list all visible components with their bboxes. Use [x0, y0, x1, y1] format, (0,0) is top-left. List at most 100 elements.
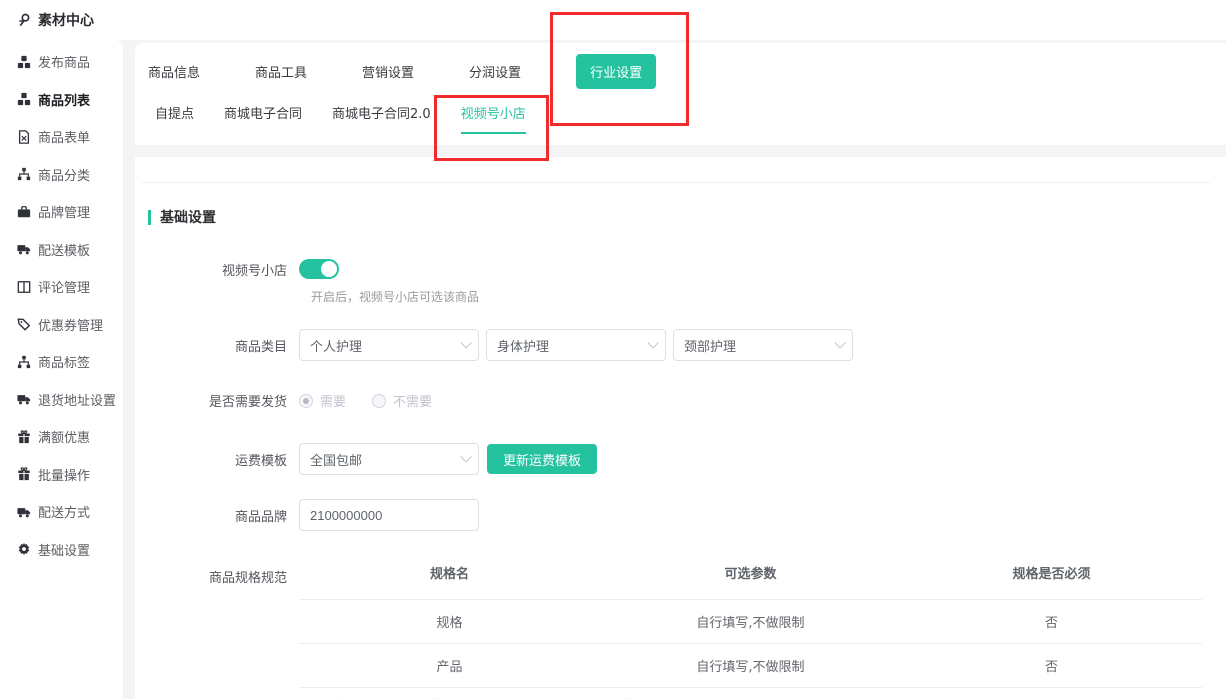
sidebar-item-basic-settings[interactable]: 基础设置: [0, 531, 123, 569]
radio-label: 需要: [320, 391, 346, 410]
sidebar-item-label: 发布商品: [38, 52, 90, 71]
truck-icon: [17, 392, 31, 406]
brand-row: 商品品牌: [135, 499, 1226, 531]
shipping-required-radio-group: 需要 不需要: [299, 391, 432, 410]
shipping-required-label: 是否需要发货: [135, 391, 299, 410]
table-row: 产品 自行填写,不做限制 否: [299, 644, 1202, 688]
tab-pickup-point[interactable]: 自提点: [155, 103, 194, 132]
tag-icon: [17, 317, 31, 331]
sidebar-item-product-list[interactable]: 商品列表: [0, 81, 123, 119]
sidebar-item-product-category[interactable]: 商品分类: [0, 156, 123, 194]
channels-shop-helper-text: 开启后，视频号小店可选该商品: [311, 288, 1226, 305]
sidebar: 发布商品 商品列表 商品表单 商品分类 品牌管理 配送模板 评论管理 优惠券管理…: [0, 40, 123, 699]
brand-label: 商品品牌: [135, 506, 299, 525]
tab-product-tools[interactable]: 商品工具: [255, 62, 307, 81]
category-select-level3[interactable]: 颈部护理: [673, 329, 853, 361]
cubes-icon: [17, 92, 31, 106]
chevron-down-icon: [834, 337, 845, 348]
tab-wechat-channels-shop[interactable]: 视频号小店: [461, 103, 526, 134]
tab-profit-settings[interactable]: 分润设置: [469, 62, 521, 81]
spec-cell: 否: [901, 612, 1202, 631]
section-accent-bar: [148, 210, 151, 225]
chevron-down-icon: [460, 451, 471, 462]
tabs-panel: 商品信息 商品工具 营销设置 分润设置 行业设置 自提点 商城电子合同 商城电子…: [135, 43, 1226, 145]
freight-template-row: 运费模板 全国包邮 更新运费模板: [135, 443, 1226, 475]
radio-icon: [372, 394, 386, 408]
category-select-level1[interactable]: 个人护理: [299, 329, 479, 361]
sidebar-item-label: 退货地址设置: [38, 390, 116, 409]
brand-input[interactable]: [299, 499, 479, 531]
chevron-down-icon: [647, 337, 658, 348]
sidebar-item-label: 配送方式: [38, 502, 90, 521]
table-row: 规格 自行填写,不做限制 否: [299, 600, 1202, 644]
sidebar-item-label: 配送模板: [38, 240, 90, 259]
gear-icon: [17, 542, 31, 556]
category-select-level2-value: 身体护理: [497, 336, 549, 355]
cubes-icon: [17, 55, 31, 69]
radio-label: 不需要: [393, 391, 432, 410]
sidebar-item-label: 满额优惠: [38, 427, 90, 446]
freight-template-label: 运费模板: [135, 450, 299, 469]
sidebar-item-label: 批量操作: [38, 465, 90, 484]
sidebar-item-coupon-management[interactable]: 优惠券管理: [0, 306, 123, 344]
freight-template-select[interactable]: 全国包邮: [299, 443, 479, 475]
spec-table-header: 规格名 可选参数 规格是否必须: [299, 563, 1202, 600]
freight-template-value: 全国包邮: [310, 450, 362, 469]
tab-industry-settings[interactable]: 行业设置: [576, 54, 656, 89]
sidebar-item-label: 商品列表: [38, 90, 90, 109]
sitemap-icon: [17, 167, 31, 181]
sidebar-item-brand-management[interactable]: 品牌管理: [0, 193, 123, 231]
material-center-icon: [17, 13, 32, 28]
tab-mall-econtract-2[interactable]: 商城电子合同2.0: [332, 103, 431, 132]
sidebar-item-label: 优惠券管理: [38, 315, 103, 334]
gift-icon: [17, 430, 31, 444]
tab-product-info[interactable]: 商品信息: [148, 62, 200, 81]
sidebar-item-publish-product[interactable]: 发布商品: [0, 43, 123, 81]
category-select-level2[interactable]: 身体护理: [486, 329, 666, 361]
sidebar-item-return-address[interactable]: 退货地址设置: [0, 381, 123, 419]
sidebar-item-delivery-method[interactable]: 配送方式: [0, 493, 123, 531]
spec-cell: 自行填写,不做限制: [600, 656, 901, 675]
radio-shipping-required-yes[interactable]: 需要: [299, 391, 346, 410]
spec-cell: 产品: [299, 656, 600, 675]
spec-table-wrap: 规格名 可选参数 规格是否必须 规格 自行填写,不做限制 否 产品 自行填写,不…: [299, 563, 1202, 699]
spec-header-name: 规格名: [299, 563, 600, 582]
spec-cell: 规格: [299, 612, 600, 631]
sidebar-item-delivery-template[interactable]: 配送模板: [0, 231, 123, 269]
spec-row: 商品规格规范 规格名 可选参数 规格是否必须 规格 自行填写,不做限制 否 产品…: [135, 563, 1226, 699]
gift-icon: [17, 467, 31, 481]
tab-mall-econtract[interactable]: 商城电子合同: [224, 103, 302, 132]
tab-marketing-settings[interactable]: 营销设置: [362, 62, 414, 81]
briefcase-icon: [17, 205, 31, 219]
sidebar-item-batch-operations[interactable]: 批量操作: [0, 456, 123, 494]
settings-panel: 基础设置 视频号小店 开启后，视频号小店可选该商品 商品类目 个人护理 身体护理…: [135, 157, 1226, 699]
category-label: 商品类目: [135, 336, 299, 355]
channels-shop-label: 视频号小店: [135, 260, 299, 279]
truck-icon: [17, 505, 31, 519]
radio-icon: [299, 394, 313, 408]
sidebar-item-product-tags[interactable]: 商品标签: [0, 343, 123, 381]
sitemap-icon: [17, 355, 31, 369]
spec-header-required: 规格是否必须: [901, 563, 1202, 582]
shipping-required-row: 是否需要发货 需要 不需要: [135, 391, 1226, 410]
columns-icon: [17, 280, 31, 294]
sidebar-item-label: 商品标签: [38, 352, 90, 371]
file-excel-icon: [17, 130, 31, 144]
category-select-level1-value: 个人护理: [310, 336, 362, 355]
sidebar-item-product-form[interactable]: 商品表单: [0, 118, 123, 156]
sidebar-item-label: 基础设置: [38, 540, 90, 559]
channels-shop-toggle[interactable]: [299, 259, 339, 279]
update-freight-template-button[interactable]: 更新运费模板: [487, 444, 597, 474]
radio-shipping-required-no[interactable]: 不需要: [372, 391, 432, 410]
sidebar-item-label: 评论管理: [38, 277, 90, 296]
topbar: 素材中心: [0, 0, 1226, 40]
primary-tabs: 商品信息 商品工具 营销设置 分润设置 行业设置: [135, 43, 1226, 87]
chevron-down-icon: [460, 337, 471, 348]
spec-cell: 否: [901, 656, 1202, 675]
section-title-text: 基础设置: [160, 207, 216, 227]
sidebar-item-review-management[interactable]: 评论管理: [0, 268, 123, 306]
channels-shop-row: 视频号小店: [135, 259, 1226, 279]
spec-label: 商品规格规范: [135, 563, 299, 586]
section-title: 基础设置: [148, 207, 1226, 227]
sidebar-item-full-discount[interactable]: 满额优惠: [0, 418, 123, 456]
